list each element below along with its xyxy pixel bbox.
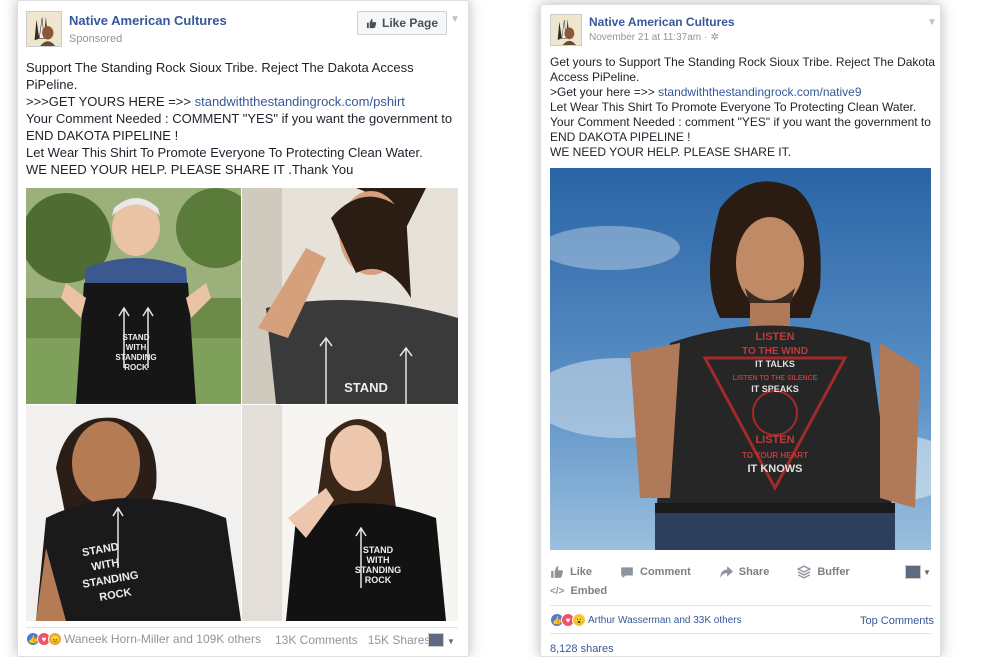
code-icon: </> [550, 585, 565, 597]
post-text-line: Let Wear This Shirt To Promote Everyone … [26, 145, 423, 160]
shirt-graphic-text: IT KNOWS [748, 463, 803, 475]
chevron-down-icon[interactable]: ▼ [450, 14, 460, 25]
reactions-summary[interactable]: 👍 ♥ 😮 Arthur Wasserman and 33K others [550, 613, 742, 627]
shop-link[interactable]: standwiththestandingrock.com/pshirt [195, 94, 405, 109]
post-text: Support The Standing Rock Sioux Tribe. R… [26, 59, 452, 178]
like-page-label: Like Page [382, 16, 439, 30]
post-date: November 21 at 11:37am [589, 32, 702, 43]
post-text-line: WE NEED YOUR HELP. PLEASE SHARE IT .Than… [26, 162, 354, 177]
like-page-button[interactable]: Like Page [357, 11, 448, 35]
thumbs-up-icon [551, 566, 564, 578]
comment-label: Comment [640, 566, 691, 578]
share-label: Share [738, 566, 770, 578]
shirt-text: STANDING [355, 565, 401, 575]
embed-row: </> Embed [550, 585, 635, 597]
angry-reaction-icon: 😠 [48, 632, 62, 646]
post-text-line: END DAKOTA PIPELINE ! [550, 130, 691, 144]
post-text-line: PiPeline. [26, 77, 78, 92]
post-text-line: Your Comment Needed : COMMENT "YES" if y… [26, 111, 453, 126]
post-text-line: WE NEED YOUR HELP. PLEASE SHARE IT. [550, 145, 791, 159]
comment-action[interactable]: Comment [620, 565, 691, 579]
divider [550, 633, 931, 634]
shirt-graphic-text: IT TALKS [755, 359, 795, 369]
post-text-line: >>>GET YOURS HERE =>> [26, 94, 195, 109]
post-card-right: Native American Cultures November 21 at … [540, 4, 941, 657]
shirt-graphic-text: LISTEN [755, 434, 794, 446]
shares-count[interactable]: 8,128 shares [550, 643, 614, 655]
like-label: Like [570, 566, 593, 578]
separator-dot: · [704, 32, 708, 43]
shirt-graphic-text: TO THE WIND [742, 346, 808, 357]
chevron-down-icon[interactable]: ▼ [927, 17, 937, 28]
post-text-line: >Get your here =>> [550, 85, 659, 99]
post-text-line: END DAKOTA PIPELINE ! [26, 128, 179, 143]
comments-count[interactable]: 13K Comments [275, 633, 358, 647]
caret-down-icon[interactable]: ▼ [923, 568, 931, 577]
shirt-graphic-text: LISTEN TO THE SILENCE [733, 375, 818, 382]
post-text-line: Get yours to Support The Standing Rock S… [550, 55, 936, 69]
viewer-avatar[interactable] [428, 633, 444, 647]
shirt-text: STAND [344, 380, 388, 395]
sponsored-label: Sponsored [69, 33, 123, 45]
page-avatar[interactable] [26, 11, 62, 47]
page-name-link[interactable]: Native American Cultures [69, 13, 227, 28]
viewer-avatar[interactable] [905, 565, 921, 579]
shirt-graphic-text: TO YOUR HEART [742, 451, 808, 460]
post-actions: Like Comment Share Buffer [550, 565, 878, 579]
globe-icon: ✲ [710, 32, 719, 43]
native-headdress-icon [551, 15, 581, 45]
share-action[interactable]: Share [719, 565, 770, 579]
divider [550, 605, 931, 606]
caret-down-icon[interactable]: ▼ [447, 637, 455, 646]
like-action[interactable]: Like [550, 565, 592, 579]
shirt-graphic-text: LISTEN [755, 331, 794, 343]
buffer-action[interactable]: Buffer [797, 565, 850, 579]
buffer-stack-icon [797, 565, 812, 579]
post-photo[interactable]: LISTEN TO THE WIND IT TALKS LISTEN TO TH… [550, 168, 931, 550]
post-timestamp[interactable]: November 21 at 11:37am · ✲ [589, 32, 719, 43]
reactions-summary[interactable]: 👍 ♥ 😠 Waneek Horn-Miller and 109K others [26, 632, 261, 646]
shop-link[interactable]: standwiththestandingrock.com/native9 [658, 85, 861, 99]
post-text-line: Your Comment Needed : comment "YES" if y… [550, 115, 931, 129]
embed-label: Embed [570, 585, 608, 597]
engagement-counts: 13K Comments 15K Shares [275, 633, 430, 647]
top-comments-dropdown[interactable]: Top Comments [860, 615, 934, 627]
embed-action[interactable]: </> Embed [550, 585, 607, 597]
shirt-text: ROCK [124, 363, 148, 372]
thumbs-up-icon [366, 18, 377, 28]
comment-icon [621, 567, 633, 578]
shirt-text: STAND [123, 333, 150, 342]
page-name-link[interactable]: Native American Cultures [589, 15, 735, 29]
shares-count[interactable]: 15K Shares [368, 633, 431, 647]
shirt-text: STANDING [115, 353, 156, 362]
shirt-text: ROCK [365, 575, 392, 585]
post-photo-collage[interactable]: STAND WITH STANDING ROCK STAND STAND WIT… [26, 188, 458, 621]
native-headdress-icon [27, 12, 61, 46]
post-text: Get yours to Support The Standing Rock S… [550, 55, 935, 160]
divider [26, 627, 458, 628]
post-card-left: Native American Cultures Sponsored Like … [17, 0, 469, 657]
wow-reaction-icon: 😮 [572, 613, 586, 627]
shirt-text: WITH [367, 555, 390, 565]
top-comments-label: Top Comments [860, 615, 934, 627]
share-icon [719, 566, 733, 578]
post-text-line: Support The Standing Rock Sioux Tribe. R… [26, 60, 414, 75]
post-text-line: Access PiPeline. [550, 70, 640, 84]
page-avatar[interactable] [550, 14, 582, 46]
shirt-text: STAND [363, 545, 394, 555]
reactions-text: Arthur Wasserman and 33K others [588, 614, 742, 626]
shirt-graphic-text: IT SPEAKS [751, 384, 799, 394]
reactions-text: Waneek Horn-Miller and 109K others [64, 632, 261, 646]
post-text-line: Let Wear This Shirt To Promote Everyone … [550, 100, 917, 114]
shirt-text: WITH [126, 343, 147, 352]
buffer-label: Buffer [817, 566, 850, 578]
